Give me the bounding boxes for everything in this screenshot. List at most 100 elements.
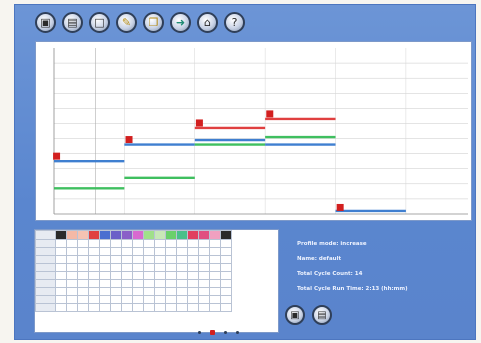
table-cell[interactable] <box>66 263 78 272</box>
table-cell[interactable] <box>220 279 232 288</box>
table-cell[interactable] <box>77 303 89 312</box>
table-cell[interactable] <box>77 271 89 280</box>
table-cell[interactable] <box>165 287 177 296</box>
page-dot[interactable] <box>224 331 227 334</box>
channel-color-cell[interactable] <box>165 230 177 240</box>
table-cell[interactable] <box>187 271 199 280</box>
table-cell[interactable] <box>165 255 177 264</box>
table-row[interactable] <box>35 247 232 256</box>
table-cell[interactable] <box>220 255 232 264</box>
table-cell[interactable] <box>88 295 100 304</box>
table-cell[interactable] <box>143 303 155 312</box>
channel-color-cell[interactable] <box>198 230 210 240</box>
channel-color-cell[interactable] <box>110 230 122 240</box>
table-cell[interactable] <box>66 279 78 288</box>
new-file-button[interactable]: □ <box>89 12 110 33</box>
table-cell[interactable] <box>66 287 78 296</box>
home-button[interactable]: ⌂ <box>197 12 218 33</box>
table-cell[interactable] <box>154 255 166 264</box>
table-row[interactable] <box>35 239 232 248</box>
table-cell[interactable] <box>88 271 100 280</box>
table-cell[interactable] <box>121 263 133 272</box>
table-cell[interactable] <box>220 303 232 312</box>
channel-color-cell[interactable] <box>154 230 166 240</box>
table-cell[interactable] <box>121 255 133 264</box>
table-cell[interactable] <box>176 255 188 264</box>
edit-profile-button[interactable]: ✎ <box>116 12 137 33</box>
table-cell[interactable] <box>176 287 188 296</box>
table-cell[interactable] <box>132 303 144 312</box>
table-cell[interactable] <box>154 303 166 312</box>
table-cell[interactable] <box>154 295 166 304</box>
row-header-cell[interactable] <box>35 230 56 240</box>
table-cell[interactable] <box>143 263 155 272</box>
row-header-cell[interactable] <box>35 271 56 280</box>
table-cell[interactable] <box>77 255 89 264</box>
table-cell[interactable] <box>187 255 199 264</box>
table-cell[interactable] <box>132 247 144 256</box>
table-cell[interactable] <box>77 239 89 248</box>
table-cell[interactable] <box>121 271 133 280</box>
table-cell[interactable] <box>77 263 89 272</box>
table-cell[interactable] <box>209 295 221 304</box>
table-cell[interactable] <box>66 239 78 248</box>
table-cell[interactable] <box>121 239 133 248</box>
channel-color-cell[interactable] <box>66 230 78 240</box>
table-cell[interactable] <box>66 255 78 264</box>
table-cell[interactable] <box>110 239 122 248</box>
table-cell[interactable] <box>143 271 155 280</box>
table-cell[interactable] <box>154 239 166 248</box>
table-cell[interactable] <box>55 287 67 296</box>
table-cell[interactable] <box>198 279 210 288</box>
table-cell[interactable] <box>55 279 67 288</box>
page-dot[interactable] <box>210 330 215 335</box>
table-cell[interactable] <box>198 239 210 248</box>
table-cell[interactable] <box>110 247 122 256</box>
open-file-button[interactable]: ▣ <box>35 12 56 33</box>
table-cell[interactable] <box>66 295 78 304</box>
table-cell[interactable] <box>110 255 122 264</box>
table-cell[interactable] <box>143 279 155 288</box>
table-cell[interactable] <box>110 303 122 312</box>
table-cell[interactable] <box>165 295 177 304</box>
table-cell[interactable] <box>198 271 210 280</box>
table-cell[interactable] <box>77 279 89 288</box>
table-cell[interactable] <box>132 263 144 272</box>
table-cell[interactable] <box>121 303 133 312</box>
table-cell[interactable] <box>132 295 144 304</box>
table-cell[interactable] <box>99 255 111 264</box>
channel-color-cell[interactable] <box>88 230 100 240</box>
table-cell[interactable] <box>176 303 188 312</box>
table-cell[interactable] <box>55 255 67 264</box>
table-cell[interactable] <box>187 303 199 312</box>
table-row[interactable] <box>35 230 232 240</box>
row-header-cell[interactable] <box>35 287 56 296</box>
table-cell[interactable] <box>165 263 177 272</box>
save-file-button[interactable]: ▤ <box>62 12 83 33</box>
table-cell[interactable] <box>209 263 221 272</box>
table-cell[interactable] <box>99 303 111 312</box>
table-cell[interactable] <box>154 271 166 280</box>
table-cell[interactable] <box>220 295 232 304</box>
row-header-cell[interactable] <box>35 303 56 312</box>
table-cell[interactable] <box>110 295 122 304</box>
table-cell[interactable] <box>176 247 188 256</box>
table-cell[interactable] <box>88 239 100 248</box>
export-button[interactable]: ➜ <box>170 12 191 33</box>
table-cell[interactable] <box>176 263 188 272</box>
table-cell[interactable] <box>209 239 221 248</box>
table-cell[interactable] <box>198 287 210 296</box>
table-cell[interactable] <box>99 295 111 304</box>
table-cell[interactable] <box>88 255 100 264</box>
table-cell[interactable] <box>110 287 122 296</box>
table-row[interactable] <box>35 279 232 288</box>
table-cell[interactable] <box>55 239 67 248</box>
table-cell[interactable] <box>154 247 166 256</box>
channel-color-cell[interactable] <box>187 230 199 240</box>
table-cell[interactable] <box>77 295 89 304</box>
table-cell[interactable] <box>121 287 133 296</box>
table-cell[interactable] <box>55 271 67 280</box>
table-cell[interactable] <box>55 263 67 272</box>
table-cell[interactable] <box>110 263 122 272</box>
table-cell[interactable] <box>165 247 177 256</box>
